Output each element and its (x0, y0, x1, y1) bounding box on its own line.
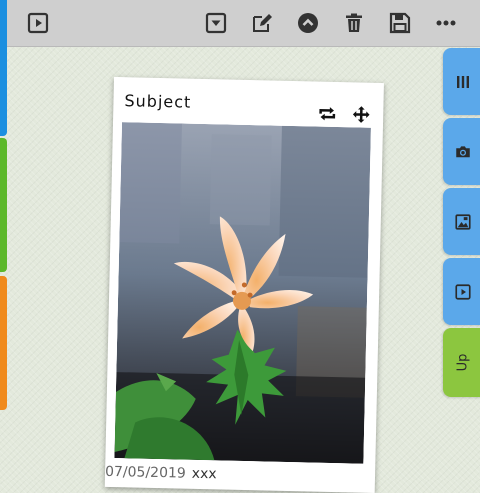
trash-icon (346, 13, 362, 32)
columns-icon (457, 75, 469, 88)
collapse-button[interactable] (294, 9, 322, 37)
left-strip-orange[interactable] (0, 276, 7, 410)
columns-tab[interactable] (443, 48, 480, 115)
play-square-icon (27, 12, 49, 34)
card-title: Subject (124, 91, 192, 112)
left-strip-blue[interactable] (0, 0, 7, 136)
move-arrows-icon (352, 106, 370, 123)
left-strip-green[interactable] (0, 138, 7, 272)
edit-button[interactable] (248, 9, 276, 37)
subject-photo (114, 122, 371, 464)
floppy-icon (389, 12, 411, 34)
delete-button[interactable] (340, 9, 368, 37)
play-square-icon (455, 283, 471, 300)
save-button[interactable] (386, 9, 414, 37)
play-button[interactable] (24, 9, 52, 37)
more-dots-icon (436, 20, 456, 26)
more-button[interactable] (432, 9, 460, 37)
move-button[interactable] (351, 104, 371, 124)
subject-card[interactable]: Subject 07/05/2019 xxx (104, 76, 384, 493)
video-tab[interactable] (443, 258, 480, 325)
edit-icon (253, 14, 272, 32)
up-tab-label: Up (455, 353, 471, 372)
chevron-up-circle-icon (298, 13, 318, 33)
dropdown-square-icon (205, 12, 227, 34)
flip-button[interactable] (317, 104, 337, 124)
lily-image (114, 122, 371, 464)
repeat-icon (319, 107, 336, 121)
camera-icon (456, 145, 470, 157)
card-date: 07/05/2019 (104, 463, 186, 482)
gallery-icon (455, 213, 471, 230)
top-toolbar (0, 0, 480, 47)
gallery-tab[interactable] (443, 188, 480, 255)
dropdown-button[interactable] (202, 9, 230, 37)
camera-tab[interactable] (443, 118, 480, 185)
up-tab[interactable]: Up (443, 328, 480, 397)
